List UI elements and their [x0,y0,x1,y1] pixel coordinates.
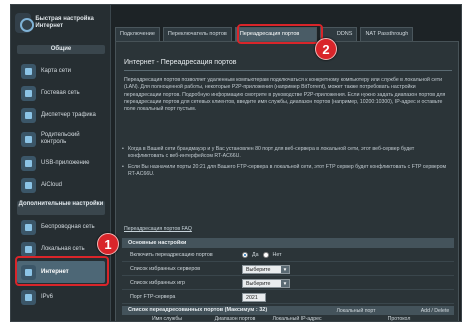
sidebar-item-wireless[interactable]: Беспроводная сеть [17,217,105,237]
sidebar-item-label: Диспетчер трафика [41,111,96,118]
note-text: Если Вы назначили порты 20:21 для Вашего… [128,164,447,178]
sidebar-item-label: USB-приложение [41,159,90,166]
radio-yes[interactable] [242,252,248,258]
games-label: Список избранных игр [130,280,185,286]
enable-forwarding-label: Включить переадресацию портов [130,252,213,258]
chevron-down-icon: ▼ [281,280,289,287]
sidebar-item-label: Карта сети [41,67,71,74]
sidebar-item-label: Беспроводная сеть [41,223,95,230]
sidebar-item-label: AiCloud [41,181,63,188]
sidebar-item-ipv6[interactable]: IPv6 [17,287,105,307]
sidebar-item-label: Локальная сеть [41,245,85,252]
wireless-icon [21,219,36,235]
servers-row: Список избранных серверов Выберите ▼ [122,263,454,276]
radio-yes-label: Да [252,252,259,258]
games-select-value: Выберите [246,281,271,287]
sidebar-item-label: IPv6 [41,293,54,300]
faq-link[interactable]: Переадресация портов FAQ [124,226,192,232]
advanced-section-title: Дополнительные настройки [17,201,105,215]
games-select[interactable]: Выберите ▼ [242,279,290,288]
callout-highlight-internet [15,256,109,286]
note-item: • Если Вы назначили порты 20:21 для Ваше… [122,164,448,179]
forwarded-list-columns: Имя службы Диапазон портов Локальный IP-… [122,308,454,322]
lan-icon [21,241,36,257]
servers-label: Список избранных серверов [130,266,201,272]
quick-setup-label: Быстрая настройка Интернет [35,16,94,29]
page-title: Интернет - Переадресация портов [124,59,237,66]
col-service-name: Имя службы [151,316,183,322]
sidebar-item-label: Гостевая сеть [41,89,80,96]
col-add-delete: Add / Delete [420,308,450,314]
intro-text: Переадресация портов позволяет удаленным… [124,77,446,113]
general-section-title: Общие [17,45,105,54]
callout-highlight-tab [237,24,323,44]
col-local-ip: Локальный IP-адрес [272,316,322,322]
radio-no[interactable] [262,252,269,258]
ipv6-icon [21,289,36,305]
router-admin-window: Быстрая настройка Интернет Общие Карта с… [10,4,462,322]
guest-network-icon [21,85,36,101]
sidebar-item-network-map[interactable]: Карта сети [17,61,105,81]
bullet-icon: • [122,164,124,170]
sidebar-item-usb-app[interactable]: USB-приложение [17,153,105,173]
callout-badge-2: 2 [315,38,337,60]
col-protocol: Протокол [387,316,411,322]
callout-badge-1: 1 [97,233,119,255]
network-map-icon [21,63,36,79]
ftp-port-input[interactable]: 2021 [242,293,266,302]
divider [124,70,452,71]
tab-nat-passthrough[interactable]: NAT Passthrough [360,27,414,41]
sidebar-item-aicloud[interactable]: AiCloud [17,175,105,195]
col-local-port: Локальный порт [336,308,376,314]
servers-select-value: Выберите [246,267,271,273]
games-row: Список избранных игр Выберите ▼ [122,277,454,290]
chevron-down-icon: ▼ [281,266,289,273]
cloud-icon [21,177,36,193]
sidebar-item-traffic-manager[interactable]: Диспетчер трафика [17,105,105,125]
ftp-port-label: Порт FTP-сервера [130,294,176,300]
bullet-icon: • [122,146,124,152]
tab-port-switch[interactable]: Переключатель портов [162,27,232,41]
main-panel: Интернет - Переадресация портов Переадре… [115,41,459,322]
wizard-icon [15,13,35,33]
usb-icon [21,155,36,171]
servers-select[interactable]: Выберите ▼ [242,265,290,274]
note-item: • Когда в Вашей сети брандмауэр и у Вас … [122,146,448,161]
sidebar-item-guest-network[interactable]: Гостевая сеть [17,83,105,103]
parental-control-icon [21,131,36,147]
quick-setup-link[interactable]: Быстрая настройка Интернет [15,11,107,35]
enable-forwarding-radios: Да Нет [242,252,282,258]
tab-connection[interactable]: Подключение [115,27,160,41]
sidebar-item-label: Родительский контроль [41,132,80,145]
radio-no-label: Нет [272,252,282,258]
ftp-port-row: Порт FTP-сервера 2021 [122,291,454,304]
note-text: Когда в Вашей сети брандмауэр и у Вас ус… [128,146,415,160]
sidebar-item-parental-control[interactable]: Родительский контроль [17,129,105,149]
basic-settings-header: Основные настройки [122,238,454,248]
traffic-manager-icon [21,107,36,123]
col-port-range: Диапазон портов [214,316,256,322]
enable-forwarding-row: Включить переадресацию портов Да Нет [122,249,454,262]
